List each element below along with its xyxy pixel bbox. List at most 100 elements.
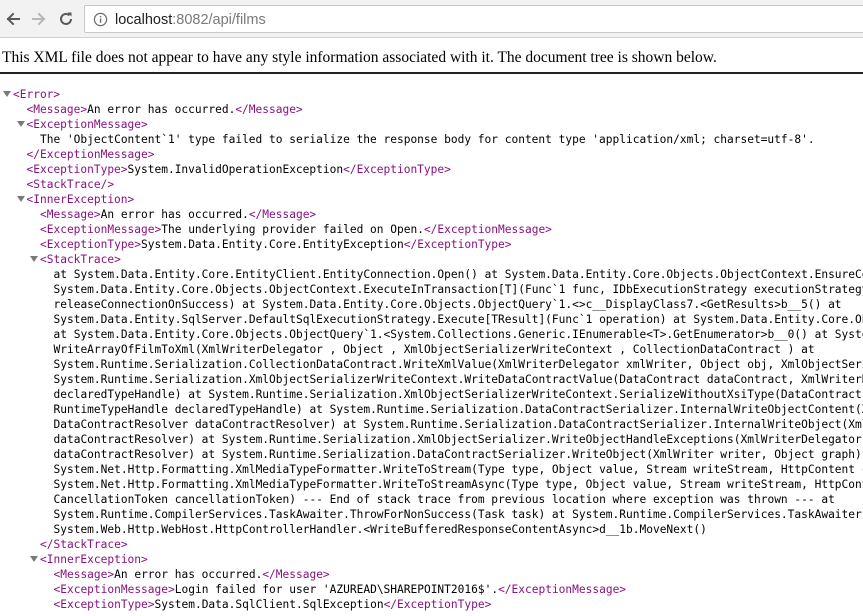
xml-open-tag: <InnerException> bbox=[26, 193, 135, 206]
xml-line: <StackTrace> bbox=[40, 252, 121, 267]
xml-text: at System.Data.Entity.Core.Objects.Objec… bbox=[53, 328, 863, 341]
xml-text: dataContractResolver) at System.Runtime.… bbox=[53, 433, 862, 446]
xml-line: System.Runtime.CompilerServices.TaskAwai… bbox=[54, 507, 863, 522]
xml-text: System.Net.Http.Formatting.XmlMediaTypeF… bbox=[53, 463, 863, 476]
xml-text: System.Data.Entity.Core.EntityException bbox=[141, 238, 404, 251]
xml-close-tag: </ExceptionMessage> bbox=[423, 223, 552, 236]
xml-text: declaredTypeHandle) at System.Runtime.Se… bbox=[53, 388, 862, 401]
xml-open-tag: <InnerException> bbox=[40, 553, 148, 566]
xml-close-tag: </ExceptionMessage> bbox=[498, 583, 627, 596]
xml-open-tag: <Message> bbox=[53, 568, 115, 581]
url-host: localhost bbox=[115, 12, 173, 28]
xml-text: An error has occurred. bbox=[114, 568, 263, 581]
url-text[interactable]: localhost:8082/api/films bbox=[115, 11, 266, 29]
forward-arrow-icon bbox=[32, 12, 46, 26]
url-path: :8082/api/films bbox=[172, 12, 266, 28]
xml-line: </StackTrace> bbox=[40, 537, 128, 552]
expand-triangle-icon[interactable] bbox=[16, 121, 25, 127]
xml-line: releaseConnectionOnSuccess) at System.Da… bbox=[54, 297, 842, 312]
xml-text: at System.Data.Entity.Core.EntityClient.… bbox=[53, 268, 863, 281]
xml-open-tag: <ExceptionMessage> bbox=[53, 583, 175, 596]
xml-close-tag: </Message> bbox=[262, 568, 330, 581]
xml-open-tag: <StackTrace> bbox=[40, 253, 121, 266]
xml-text: releaseConnectionOnSuccess) at System.Da… bbox=[53, 298, 842, 311]
notice-text: This XML file does not appear to have an… bbox=[2, 49, 717, 66]
xml-line: at System.Data.Entity.Core.EntityClient.… bbox=[54, 267, 863, 282]
forward-button[interactable] bbox=[28, 7, 50, 31]
xml-open-tag: <ExceptionType> bbox=[53, 598, 155, 611]
xml-line: System.Runtime.Serialization.CollectionD… bbox=[54, 357, 863, 372]
back-arrow-icon bbox=[6, 12, 20, 26]
xml-style-notice: This XML file does not appear to have an… bbox=[0, 39, 863, 74]
xml-text: System.Data.Entity.Core.Objects.ObjectCo… bbox=[53, 283, 863, 296]
expand-triangle-icon[interactable] bbox=[3, 91, 11, 97]
xml-line: <InnerException> bbox=[40, 552, 148, 567]
xml-open-tag: <StackTrace/> bbox=[26, 178, 115, 191]
xml-line: declaredTypeHandle) at System.Runtime.Se… bbox=[54, 387, 863, 402]
xml-line: <ExceptionType>System.InvalidOperationEx… bbox=[27, 162, 451, 177]
xml-line: The 'ObjectContent`1' type failed to ser… bbox=[40, 132, 815, 147]
xml-line: System.Web.Http.WebHost.HttpControllerHa… bbox=[54, 522, 707, 537]
xml-close-tag: </Message> bbox=[235, 103, 303, 116]
xml-text: CancellationToken cancellationToken) ---… bbox=[53, 493, 835, 506]
xml-text: WriteArrayOfFilmToXml(XmlWriterDelegator… bbox=[53, 343, 815, 356]
xml-text: System.Runtime.Serialization.CollectionD… bbox=[53, 358, 863, 371]
expand-triangle-icon[interactable] bbox=[30, 556, 38, 562]
xml-open-tag: <Error> bbox=[13, 88, 61, 101]
xml-line: <Error> bbox=[13, 87, 60, 102]
xml-line: dataContractResolver) at System.Runtime.… bbox=[54, 432, 863, 447]
xml-document-tree: <Error> <Message>An error has occurred.</… bbox=[0, 87, 863, 616]
xml-line: dataContractResolver) at System.Runtime.… bbox=[54, 447, 863, 462]
xml-text: System.Runtime.CompilerServices.TaskAwai… bbox=[53, 508, 863, 521]
xml-line: <ExceptionMessage>Login failed for user … bbox=[54, 582, 627, 597]
reload-button[interactable] bbox=[55, 7, 77, 31]
xml-line: <ExceptionMessage> bbox=[27, 117, 148, 132]
xml-line: DataContractResolver dataContractResolve… bbox=[54, 417, 863, 432]
back-button[interactable] bbox=[2, 7, 24, 31]
xml-close-tag: </ExceptionMessage> bbox=[26, 148, 155, 161]
xml-text: System.InvalidOperationException bbox=[127, 163, 344, 176]
browser-toolbar: localhost:8082/api/films bbox=[0, 0, 863, 38]
xml-open-tag: <ExceptionType> bbox=[40, 238, 142, 251]
xml-line: RuntimeTypeHandle declaredTypeHandle) at… bbox=[54, 402, 863, 417]
xml-line: System.Data.Entity.SqlServer.DefaultSqlE… bbox=[54, 312, 863, 327]
xml-text: System.Web.Http.WebHost.HttpControllerHa… bbox=[53, 523, 707, 536]
xml-text: System.Net.Http.Formatting.XmlMediaTypeF… bbox=[53, 478, 863, 491]
xml-line: <Message>An error has occurred.</Message… bbox=[27, 102, 303, 117]
xml-close-tag: </StackTrace> bbox=[40, 538, 128, 551]
xml-open-tag: <Message> bbox=[26, 103, 88, 116]
xml-close-tag: </ExceptionType> bbox=[383, 598, 492, 611]
xml-open-tag: <ExceptionMessage> bbox=[40, 223, 162, 236]
address-bar[interactable]: localhost:8082/api/films bbox=[84, 5, 863, 33]
info-icon[interactable] bbox=[93, 12, 108, 27]
xml-line: <ExceptionType>System.Data.SqlClient.Sql… bbox=[54, 597, 492, 612]
xml-line: CancellationToken cancellationToken) ---… bbox=[54, 492, 835, 507]
xml-close-tag: </ExceptionType> bbox=[343, 163, 451, 176]
xml-text: RuntimeTypeHandle declaredTypeHandle) at… bbox=[53, 403, 863, 416]
xml-text: Login failed for user 'AZUREAD\SHAREPOIN… bbox=[174, 583, 499, 596]
xml-line: <StackTrace/> bbox=[27, 177, 115, 192]
xml-line: <ExceptionMessage>The underlying provide… bbox=[40, 222, 552, 237]
xml-line: <Message>An error has occurred.</Message… bbox=[40, 207, 316, 222]
xml-line: <Message>An error has occurred.</Message… bbox=[54, 567, 330, 582]
expand-triangle-icon[interactable] bbox=[30, 256, 38, 262]
xml-line: System.Net.Http.Formatting.XmlMediaTypeF… bbox=[54, 462, 863, 477]
xml-open-tag: <Message> bbox=[40, 208, 101, 221]
xml-open-tag: <ExceptionMessage> bbox=[26, 118, 148, 131]
xml-text: The underlying provider failed on Open. bbox=[161, 223, 424, 236]
xml-text: System.Data.Entity.SqlServer.DefaultSqlE… bbox=[53, 313, 863, 326]
xml-line: System.Data.Entity.Core.Objects.ObjectCo… bbox=[54, 282, 863, 297]
xml-text: System.Runtime.Serialization.XmlObjectSe… bbox=[53, 373, 863, 386]
xml-text: DataContractResolver dataContractResolve… bbox=[53, 418, 863, 431]
xml-text: The 'ObjectContent`1' type failed to ser… bbox=[40, 133, 815, 146]
reload-icon bbox=[60, 12, 72, 25]
xml-line: <ExceptionType>System.Data.Entity.Core.E… bbox=[40, 237, 512, 252]
xml-line: at System.Data.Entity.Core.Objects.Objec… bbox=[54, 327, 863, 342]
xml-close-tag: </Message> bbox=[248, 208, 317, 221]
xml-text: An error has occurred. bbox=[100, 208, 249, 221]
expand-triangle-icon[interactable] bbox=[16, 196, 25, 202]
xml-line: <InnerException> bbox=[27, 192, 135, 207]
xml-text: System.Data.SqlClient.SqlException bbox=[154, 598, 384, 611]
xml-open-tag: <ExceptionType> bbox=[26, 163, 128, 176]
xml-text: dataContractResolver) at System.Runtime.… bbox=[53, 448, 863, 461]
